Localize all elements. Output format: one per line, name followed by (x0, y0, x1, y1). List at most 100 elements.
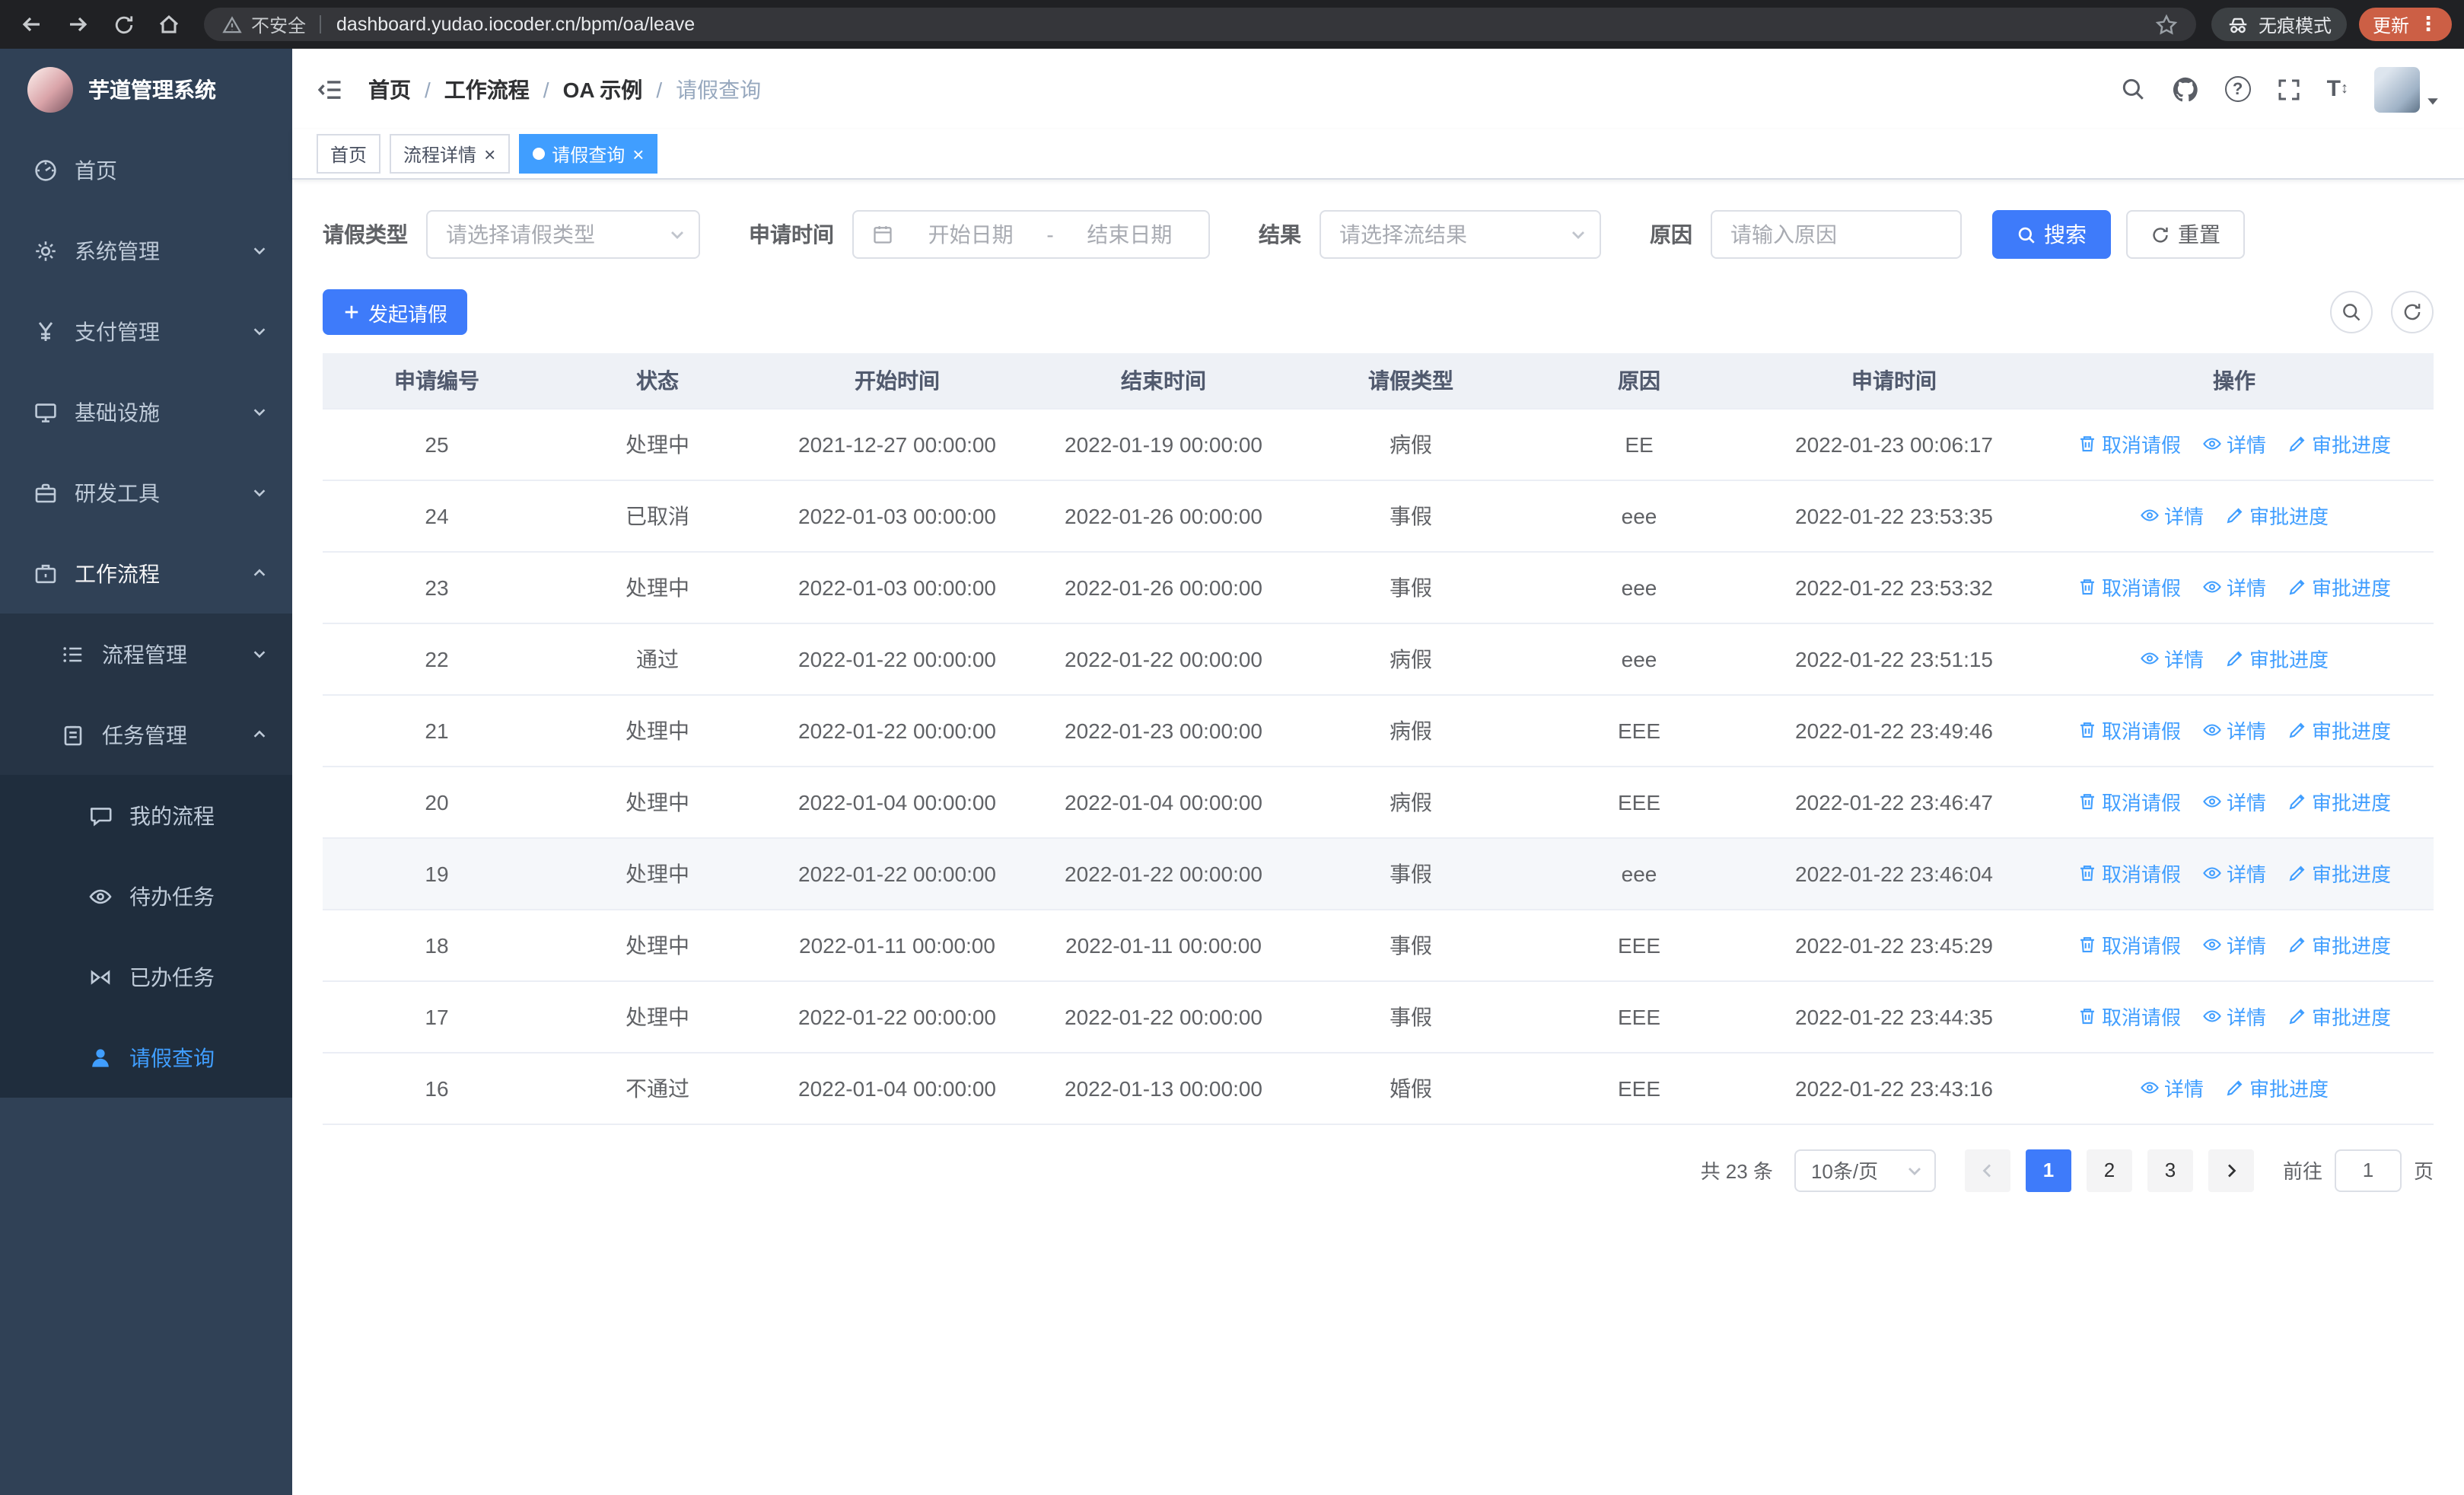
cancel-leave-link[interactable]: 取消请假 (2077, 429, 2181, 458)
leave-type-select[interactable]: 请选择请假类型 (426, 210, 700, 259)
reload-button[interactable] (103, 5, 143, 44)
cancel-leave-link[interactable]: 取消请假 (2077, 787, 2181, 816)
cancel-leave-link[interactable]: 取消请假 (2077, 930, 2181, 959)
page-button-3[interactable]: 3 (2147, 1149, 2193, 1191)
warning-icon[interactable] (222, 14, 242, 34)
cell-end: 2022-01-19 00:00:00 (1030, 408, 1297, 480)
cancel-leave-link[interactable]: 取消请假 (2077, 716, 2181, 744)
reset-button[interactable]: 重置 (2126, 210, 2245, 259)
sidebar-item-workflow[interactable]: 工作流程 (0, 533, 292, 614)
tab-leave-query[interactable]: 请假查询 × (518, 134, 658, 174)
progress-link[interactable]: 审批进度 (2225, 644, 2329, 673)
sidebar-item-devtools[interactable]: 研发工具 (0, 452, 292, 533)
sidebar-item-leave-query[interactable]: 请假查询 (0, 1017, 292, 1098)
result-select[interactable]: 请选择流结果 (1320, 210, 1601, 259)
progress-link[interactable]: 审批进度 (2287, 1002, 2391, 1031)
app-logo[interactable]: 芋道管理系统 (0, 49, 292, 129)
refresh-table-button[interactable] (2391, 291, 2434, 333)
page-size-select[interactable]: 10条/页 (1794, 1149, 1936, 1191)
progress-link[interactable]: 审批进度 (2287, 859, 2391, 888)
avatar[interactable] (2374, 66, 2420, 112)
close-icon[interactable]: × (484, 144, 495, 164)
breadcrumb-item[interactable]: OA 示例 (563, 74, 643, 104)
detail-link[interactable]: 详情 (2140, 644, 2204, 673)
security-label[interactable]: 不安全 (251, 11, 306, 37)
detail-link[interactable]: 详情 (2202, 930, 2266, 959)
github-icon[interactable] (2172, 75, 2199, 103)
url-text[interactable]: dashboard.yudao.iocoder.cn/bpm/oa/leave (336, 14, 695, 35)
progress-link[interactable]: 审批进度 (2287, 787, 2391, 816)
goto-page-input[interactable] (2334, 1149, 2402, 1191)
table-row: 25 处理中 2021-12-27 00:00:00 2022-01-19 00:00… (323, 408, 2434, 480)
next-page-button[interactable] (2208, 1149, 2254, 1191)
detail-link[interactable]: 详情 (2202, 859, 2266, 888)
reason-input[interactable] (1730, 222, 1942, 247)
detail-link[interactable]: 详情 (2202, 716, 2266, 744)
date-range-picker[interactable]: 开始日期 - 结束日期 (852, 210, 1210, 259)
progress-link[interactable]: 审批进度 (2287, 429, 2391, 458)
cell-reason: eee (1525, 480, 1753, 552)
start-date-placeholder[interactable]: 开始日期 (904, 219, 1037, 250)
dashboard-icon (33, 158, 58, 182)
cell-start: 2022-01-04 00:00:00 (764, 766, 1030, 838)
detail-link[interactable]: 详情 (2140, 1073, 2204, 1102)
create-leave-button[interactable]: 发起请假 (323, 289, 468, 335)
sidebar-item-home[interactable]: 首页 (0, 129, 292, 210)
sidebar-item-my-process[interactable]: 我的流程 (0, 775, 292, 856)
cell-actions: 取消请假 详情 审批进度 (2035, 837, 2434, 910)
cell-reason: eee (1525, 551, 1753, 623)
app-header: 首页 / 工作流程 / OA 示例 / 请假查询 ? T ↕ (292, 49, 2464, 129)
clipboard-icon (61, 722, 85, 747)
search-icon[interactable] (2120, 76, 2146, 102)
tabs-bar: 首页 流程详情 × 请假查询 × (292, 129, 2464, 180)
cancel-leave-link[interactable]: 取消请假 (2077, 572, 2181, 601)
progress-link[interactable]: 审批进度 (2225, 501, 2329, 530)
sidebar-item-todo-tasks[interactable]: 待办任务 (0, 856, 292, 936)
menu-dots-icon[interactable]: ⋮ (2418, 12, 2438, 37)
breadcrumb-item[interactable]: 首页 (368, 74, 411, 104)
update-chip[interactable]: 更新 ⋮ (2358, 8, 2452, 41)
tab-process-detail[interactable]: 流程详情 × (390, 134, 510, 174)
sidebar-item-infrastructure[interactable]: 基础设施 (0, 371, 292, 452)
progress-link[interactable]: 审批进度 (2287, 716, 2391, 744)
sidebar-item-system[interactable]: 系统管理 (0, 210, 292, 291)
sidebar-item-payment[interactable]: 支付管理 (0, 291, 292, 371)
font-size-icon[interactable]: T ↕ (2327, 76, 2348, 102)
fullscreen-icon[interactable] (2277, 77, 2301, 101)
home-button[interactable] (149, 5, 189, 44)
sidebar-item-done-tasks[interactable]: 已办任务 (0, 936, 292, 1017)
toggle-search-button[interactable] (2330, 291, 2373, 333)
end-date-placeholder[interactable]: 结束日期 (1063, 219, 1196, 250)
update-label[interactable]: 更新 (2373, 11, 2409, 37)
progress-link[interactable]: 审批进度 (2287, 572, 2391, 601)
help-icon[interactable]: ? (2224, 76, 2251, 102)
forward-button[interactable] (58, 5, 97, 44)
sidebar-item-task-mgmt[interactable]: 任务管理 (0, 694, 292, 775)
page-button-1[interactable]: 1 (2025, 1149, 2071, 1191)
tab-home[interactable]: 首页 (317, 134, 381, 174)
cancel-leave-link[interactable]: 取消请假 (2077, 1002, 2181, 1031)
user-menu[interactable] (2374, 66, 2440, 112)
progress-link[interactable]: 审批进度 (2225, 1073, 2329, 1102)
progress-link[interactable]: 审批进度 (2287, 930, 2391, 959)
gear-icon (33, 238, 58, 263)
sidebar-fold-icon[interactable] (317, 75, 344, 103)
detail-link[interactable]: 详情 (2202, 572, 2266, 601)
close-icon[interactable]: × (632, 144, 644, 164)
sidebar-item-label: 首页 (75, 158, 117, 182)
sidebar-item-process-mgmt[interactable]: 流程管理 (0, 614, 292, 694)
cancel-leave-link[interactable]: 取消请假 (2077, 859, 2181, 888)
search-button[interactable]: 搜索 (1992, 210, 2111, 259)
bookmark-star-icon[interactable] (2155, 13, 2178, 36)
cell-id: 17 (323, 980, 551, 1053)
page-button-2[interactable]: 2 (2086, 1149, 2132, 1191)
cell-actions: 取消请假 详情 审批进度 (2035, 980, 2434, 1053)
detail-link[interactable]: 详情 (2202, 1002, 2266, 1031)
detail-link[interactable]: 详情 (2140, 501, 2204, 530)
breadcrumb-item[interactable]: 工作流程 (444, 74, 530, 104)
detail-link[interactable]: 详情 (2202, 787, 2266, 816)
prev-page-button[interactable] (1964, 1149, 2010, 1191)
back-button[interactable] (12, 5, 52, 44)
detail-link[interactable]: 详情 (2202, 429, 2266, 458)
url-bar[interactable]: 不安全 dashboard.yudao.iocoder.cn/bpm/oa/le… (204, 8, 2196, 41)
